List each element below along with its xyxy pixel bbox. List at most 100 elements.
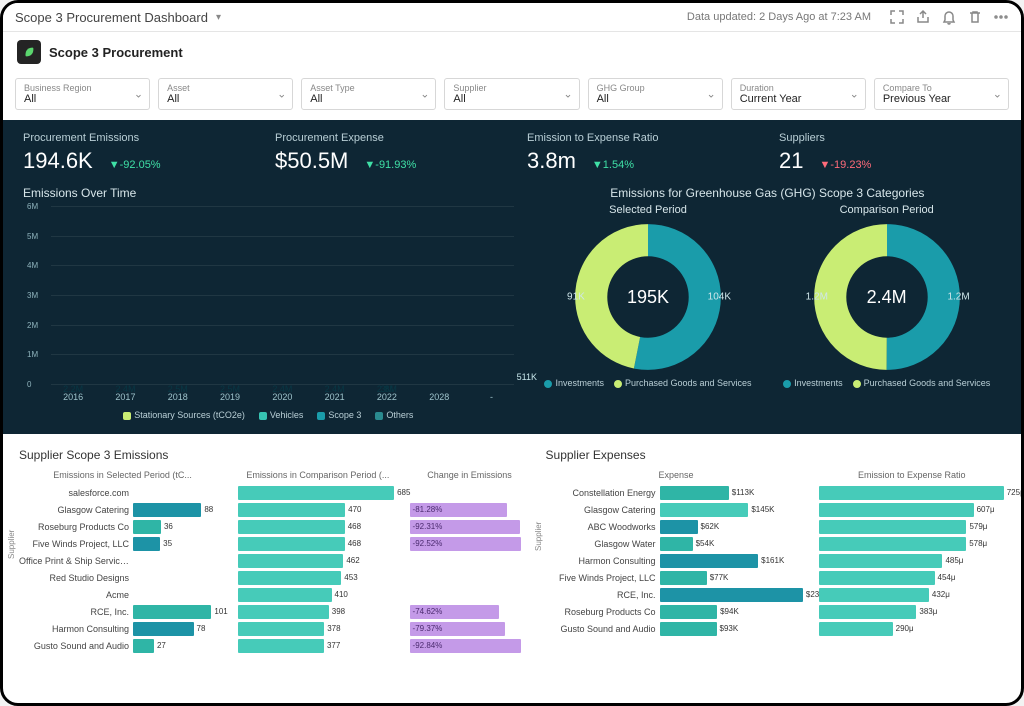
bar-row: Glasgow Catering $145K	[546, 501, 807, 518]
donut-comparison-legend: Investments Purchased Goods and Services	[772, 378, 1001, 388]
emissions-comparison-chart[interactable]: 685470468468462453410398378377	[238, 484, 397, 654]
donut-comparison-period[interactable]: Comparison Period 2.4M 1.2M 1.2M Investm…	[772, 204, 1001, 388]
bell-icon[interactable]	[941, 9, 957, 25]
kpi-procurement-expense: Procurement Expense $50.5M ▼-91.93%	[275, 132, 497, 174]
supplier-axis-label: Supplier	[7, 530, 16, 559]
bar-row: Gusto Sound and Audio 27	[19, 637, 226, 654]
filter-business-region[interactable]: Business RegionAll⌄	[15, 78, 150, 110]
leaf-logo-icon	[17, 40, 41, 64]
bar-row: -92.52%	[410, 535, 530, 552]
filter-supplier[interactable]: SupplierAll⌄	[444, 78, 579, 110]
kpi-strip: Procurement Emissions 194.6K ▼-92.05% Pro…	[3, 120, 1021, 186]
bar-row: 470	[238, 501, 397, 518]
supplier-expenses-title: Supplier Expenses	[546, 448, 1005, 462]
chevron-down-icon: ⌄	[993, 88, 1002, 101]
col-header-change: Change in Emissions	[410, 470, 530, 480]
bar-row: 685	[238, 484, 397, 501]
filter-asset[interactable]: AssetAll⌄	[158, 78, 293, 110]
bar-row: Harmon Consulting 78	[19, 620, 226, 637]
donut-comparison-subtitle: Comparison Period	[772, 204, 1001, 216]
bar-row: ABC Woodworks $62K	[546, 518, 807, 535]
kpi-emission-to-expense-ratio: Emission to Expense Ratio 3.8m ▼1.54%	[527, 132, 749, 174]
bar-row: 468	[238, 518, 397, 535]
data-updated-label: Data updated: 2 Days Ago at 7:23 AM	[687, 11, 871, 23]
bar-row: Glasgow Water $54K	[546, 535, 807, 552]
supplier-expenses-card: Supplier Expenses Expense Supplier Const…	[546, 448, 1005, 654]
supplier-axis-label-2: Supplier	[534, 521, 543, 550]
emissions-over-time-title: Emissions Over Time	[23, 186, 514, 200]
chevron-down-icon: ⌄	[277, 88, 286, 101]
bar-row: 290μ	[819, 620, 1005, 637]
bar-row: 398	[238, 603, 397, 620]
dashboard-title: Scope 3 Procurement	[49, 45, 183, 60]
donut-selected-right-label: 104K	[708, 292, 731, 303]
emissions-over-time-panel: Emissions Over Time 01M2M3M4M5M6M 2.2M2.…	[23, 186, 514, 420]
ghg-title: Emissions for Greenhouse Gas (GHG) Scope…	[534, 186, 1001, 200]
bar-row: Gusto Sound and Audio $93K	[546, 620, 807, 637]
bar-row: 579μ	[819, 518, 1005, 535]
chevron-down-icon: ⌄	[706, 88, 715, 101]
donut-selected-legend: Investments Purchased Goods and Services	[534, 378, 763, 388]
bar-row: 485μ	[819, 552, 1005, 569]
col-header-comparison: Emissions in Comparison Period (...	[238, 470, 397, 480]
supplier-emissions-title: Supplier Scope 3 Emissions	[19, 448, 530, 462]
bar-row: Constellation Energy $113K	[546, 484, 807, 501]
bar-row: -92.31%	[410, 518, 530, 535]
chevron-down-icon: ⌄	[420, 88, 429, 101]
emissions-change-chart[interactable]: -81.28%-92.31%-92.52% -74.62%-79.37%-92.8…	[410, 484, 530, 654]
bar-row: 462	[238, 552, 397, 569]
donut-comparison-right-label: 1.2M	[947, 292, 969, 303]
emissions-selected-chart[interactable]: Supplier salesforce.com Glasgow Catering…	[19, 484, 226, 654]
donut-comparison-left-label: 1.2M	[806, 292, 828, 303]
donut-comparison-center: 2.4M	[812, 222, 962, 372]
bar-row: Harmon Consulting $161K	[546, 552, 807, 569]
filter-asset-type[interactable]: Asset TypeAll⌄	[301, 78, 436, 110]
share-icon[interactable]	[915, 9, 931, 25]
bar-row: salesforce.com	[19, 484, 226, 501]
bar-row: -81.28%	[410, 501, 530, 518]
chevron-down-icon: ⌄	[563, 88, 572, 101]
fullscreen-icon[interactable]	[889, 9, 905, 25]
col-header-ratio: Emission to Expense Ratio	[819, 470, 1005, 480]
title-dropdown-chevron-icon[interactable]: ▾	[216, 12, 221, 23]
col-header-selected: Emissions in Selected Period (tC...	[19, 470, 226, 480]
kpi-suppliers: Suppliers 21 ▼-19.23%	[779, 132, 1001, 174]
kpi-procurement-emissions: Procurement Emissions 194.6K ▼-92.05%	[23, 132, 245, 174]
more-icon[interactable]	[993, 9, 1009, 25]
bar-row	[410, 484, 530, 501]
bar-row: Glasgow Catering 88	[19, 501, 226, 518]
col-header-expense: Expense	[546, 470, 807, 480]
ratio-chart[interactable]: 725μ607μ579μ578μ485μ454μ432μ383μ290μ	[819, 484, 1005, 637]
filter-ghg-group[interactable]: GHG GroupAll⌄	[588, 78, 723, 110]
bar-row: Five Winds Project, LLC 35	[19, 535, 226, 552]
donut-selected-center: 195K	[573, 222, 723, 372]
bar-row: 432μ	[819, 586, 1005, 603]
bar-row: 453	[238, 569, 397, 586]
bar-row: Office Print & Ship Services	[19, 552, 226, 569]
dark-chart-band: Emissions Over Time 01M2M3M4M5M6M 2.2M2.…	[3, 186, 1021, 434]
bar-row: 410	[238, 586, 397, 603]
bar-row: -92.84%	[410, 637, 530, 654]
sub-header: Scope 3 Procurement	[3, 32, 1021, 72]
expense-chart[interactable]: Supplier Constellation Energy $113KGlasg…	[546, 484, 807, 637]
emissions-legend: Stationary Sources (tCO2e)VehiclesScope …	[23, 410, 514, 420]
bar-row: 454μ	[819, 569, 1005, 586]
filter-bar: Business RegionAll⌄AssetAll⌄Asset TypeAl…	[3, 72, 1021, 120]
filter-duration[interactable]: DurationCurrent Year⌄	[731, 78, 866, 110]
top-bar: Scope 3 Procurement Dashboard ▾ Data upd…	[3, 3, 1021, 32]
delete-icon[interactable]	[967, 9, 983, 25]
bar-row: -79.37%	[410, 620, 530, 637]
bar-row: Roseburg Products Co 36	[19, 518, 226, 535]
bar-row: 578μ	[819, 535, 1005, 552]
bar-row: -74.62%	[410, 603, 530, 620]
filter-compare-to[interactable]: Compare ToPrevious Year⌄	[874, 78, 1009, 110]
donut-selected-subtitle: Selected Period	[534, 204, 763, 216]
chevron-down-icon: ⌄	[134, 88, 143, 101]
bar-row: Red Studio Designs	[19, 569, 226, 586]
bar-row: 378	[238, 620, 397, 637]
bar-row: RCE, Inc. 101	[19, 603, 226, 620]
supplier-emissions-card: Supplier Scope 3 Emissions Emissions in …	[19, 448, 530, 654]
emissions-bar-chart[interactable]: 01M2M3M4M5M6M 2.2M2.4M2.5M2.5M2.4M2.4M3M…	[23, 206, 514, 406]
bar-row: 377	[238, 637, 397, 654]
donut-selected-period[interactable]: Selected Period 195K 91K 104K Investment…	[534, 204, 763, 388]
